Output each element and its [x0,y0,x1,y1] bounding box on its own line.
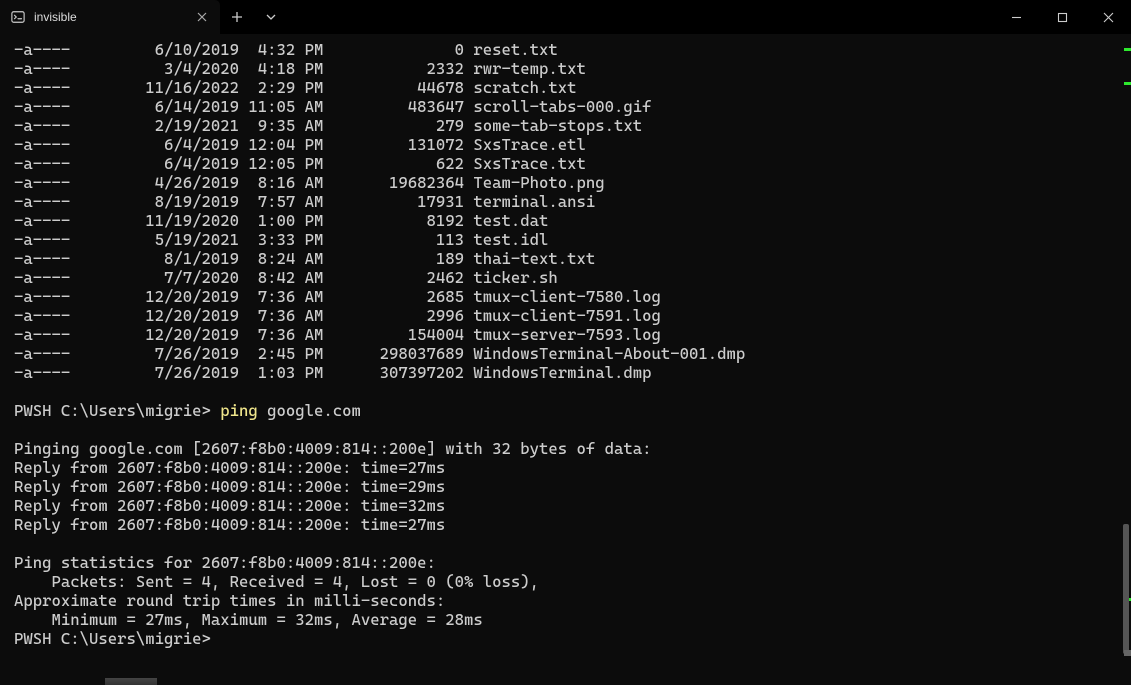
blank-line [14,534,1131,553]
close-button[interactable] [1085,0,1131,34]
maximize-button[interactable] [1039,0,1085,34]
ping-reply: Reply from 2607:f8b0:4009:814::200e: tim… [14,515,1131,534]
new-tab-button[interactable] [220,0,254,34]
file-row: -a---- 7/26/2019 1:03 PM 307397202 Windo… [14,363,1131,382]
file-row: -a---- 7/7/2020 8:42 AM 2462 ticker.sh [14,268,1131,287]
tab-dropdown-button[interactable] [254,0,288,34]
prompt-line: PWSH C:\Users\migrie> ping google.com [14,401,1131,420]
scroll-mark [1124,82,1131,85]
prompt-line: PWSH C:\Users\migrie> [14,629,1131,648]
file-row: -a---- 8/19/2019 7:57 AM 17931 terminal.… [14,192,1131,211]
tab-active[interactable]: invisible [0,0,220,34]
file-row: -a---- 6/14/2019 11:05 AM 483647 scroll-… [14,97,1131,116]
file-row: -a---- 2/19/2021 9:35 AM 279 some-tab-st… [14,116,1131,135]
file-row: -a---- 6/4/2019 12:05 PM 622 SxsTrace.tx… [14,154,1131,173]
tab-close-button[interactable] [194,9,210,25]
file-row: -a---- 6/10/2019 4:32 PM 0 reset.txt [14,40,1131,59]
minimize-button[interactable] [993,0,1039,34]
file-row: -a---- 5/19/2021 3:33 PM 113 test.idl [14,230,1131,249]
taskbar-peek [105,678,157,685]
file-row: -a---- 8/1/2019 8:24 AM 189 thai-text.tx… [14,249,1131,268]
scrollbar-track[interactable] [1117,34,1131,685]
ping-rtt: Minimum = 27ms, Maximum = 32ms, Average … [14,610,1131,629]
terminal-icon [10,9,26,25]
blank-line [14,420,1131,439]
ping-rtt-header: Approximate round trip times in milli-se… [14,591,1131,610]
file-row: -a---- 12/20/2019 7:36 AM 2996 tmux-clie… [14,306,1131,325]
scroll-mark [1124,48,1131,51]
titlebar-drag-area[interactable] [288,0,993,34]
ping-header: Pinging google.com [2607:f8b0:4009:814::… [14,439,1131,458]
terminal-output[interactable]: -a---- 6/10/2019 4:32 PM 0 reset.txt-a--… [0,34,1131,685]
file-row: -a---- 11/16/2022 2:29 PM 44678 scratch.… [14,78,1131,97]
blank-line [14,382,1131,401]
scrollbar-thumb[interactable] [1123,524,1129,654]
ping-stats-header: Ping statistics for 2607:f8b0:4009:814::… [14,553,1131,572]
file-row: -a---- 12/20/2019 7:36 AM 154004 tmux-se… [14,325,1131,344]
ping-reply: Reply from 2607:f8b0:4009:814::200e: tim… [14,496,1131,515]
ping-packets: Packets: Sent = 4, Received = 4, Lost = … [14,572,1131,591]
command-name: ping [220,401,258,420]
ping-reply: Reply from 2607:f8b0:4009:814::200e: tim… [14,458,1131,477]
window-controls [993,0,1131,34]
file-row: -a---- 7/26/2019 2:45 PM 298037689 Windo… [14,344,1131,363]
file-row: -a---- 6/4/2019 12:04 PM 131072 SxsTrace… [14,135,1131,154]
scroll-mark [1124,650,1131,656]
tab-title: invisible [34,10,186,24]
titlebar: invisible [0,0,1131,34]
file-row: -a---- 4/26/2019 8:16 AM 19682364 Team-P… [14,173,1131,192]
file-row: -a---- 12/20/2019 7:36 AM 2685 tmux-clie… [14,287,1131,306]
file-row: -a---- 3/4/2020 4:18 PM 2332 rwr-temp.tx… [14,59,1131,78]
ping-reply: Reply from 2607:f8b0:4009:814::200e: tim… [14,477,1131,496]
file-row: -a---- 11/19/2020 1:00 PM 8192 test.dat [14,211,1131,230]
